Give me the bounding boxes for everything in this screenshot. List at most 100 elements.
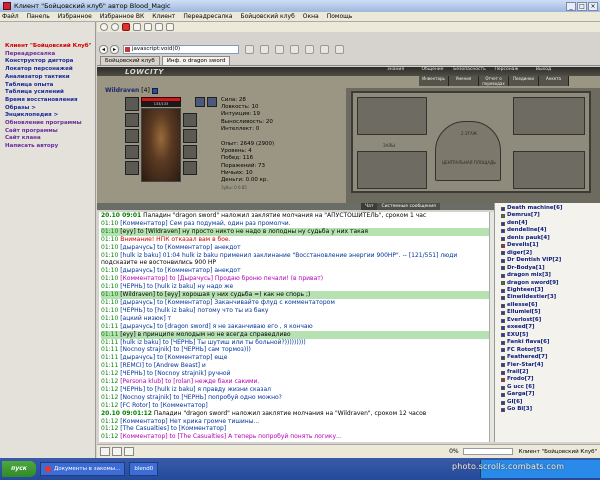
sword-slot-icon[interactable] — [183, 129, 197, 143]
taskbar-item-blend[interactable]: blend0 — [129, 462, 159, 476]
menu-item[interactable]: Клиент — [152, 13, 175, 20]
map-room[interactable] — [513, 97, 585, 135]
chat-time[interactable]: 01:10 — [101, 299, 118, 306]
online-user[interactable]: Develis[1] — [501, 242, 600, 249]
start-button[interactable]: пуск — [2, 461, 36, 477]
chat-input-icon[interactable] — [100, 447, 110, 456]
tab-char-info[interactable]: Инф. о dragon sword — [161, 56, 231, 65]
sidebar-item[interactable]: Локатор персонажей — [5, 66, 95, 74]
menu-item[interactable]: Избранное — [58, 13, 92, 20]
nav-forward-icon[interactable]: ▸ — [110, 44, 119, 54]
online-user[interactable]: Go Bi[3] — [501, 406, 600, 413]
online-user[interactable]: G ucc [6] — [501, 384, 600, 391]
chat-time[interactable]: 01:11 — [101, 331, 118, 338]
clear-icon[interactable] — [124, 447, 134, 456]
menu-item[interactable]: Помощь — [327, 13, 353, 20]
character-name[interactable]: Wildraven — [105, 87, 139, 94]
game-subnav-link[interactable]: Умения — [449, 76, 479, 86]
game-nav-link[interactable]: Выход — [525, 67, 562, 72]
online-user[interactable]: Ellumiel[5] — [501, 309, 600, 316]
game-subnav-link[interactable]: Инвентарь — [419, 76, 449, 86]
online-user[interactable]: Eighteen[3] — [501, 287, 600, 294]
sidebar-item[interactable]: Таблица усилений — [5, 89, 95, 97]
online-user[interactable]: Demrus[7] — [501, 212, 600, 219]
menu-item[interactable]: Переадресалка — [183, 13, 232, 20]
chat-time[interactable]: 01:10 — [101, 236, 118, 243]
sidebar-item[interactable]: Переадресалка — [5, 51, 95, 59]
online-user[interactable]: FC Rotor[5] — [501, 347, 600, 354]
chat-time[interactable]: 20.10 09:01 — [101, 212, 141, 219]
sidebar-item[interactable]: Клиент "Бойцовский Клуб" — [5, 43, 95, 51]
belt-slot-icon[interactable] — [125, 161, 139, 175]
chat-time[interactable]: 01:12 — [101, 402, 118, 409]
system-messages-tab[interactable]: Системные сообщения — [377, 203, 440, 210]
boots-slot-icon[interactable] — [183, 161, 197, 175]
sidebar-item[interactable]: Написать автору — [5, 143, 95, 151]
info-icon[interactable] — [151, 87, 158, 94]
map-room[interactable] — [357, 97, 427, 135]
home-icon[interactable] — [144, 23, 152, 31]
shield-slot-icon[interactable] — [183, 113, 197, 127]
map-room[interactable] — [513, 151, 585, 189]
weapon-slot-icon[interactable] — [125, 145, 139, 159]
chat-time[interactable]: 01:11 — [101, 346, 118, 353]
nav-back-icon[interactable]: ◂ — [99, 44, 108, 54]
chat-time[interactable]: 01:10 — [101, 244, 118, 251]
sidebar-item[interactable]: Образы > — [5, 105, 95, 113]
menu-item[interactable]: Бойцовский клуб — [240, 13, 294, 20]
refresh-icon[interactable] — [133, 23, 141, 31]
stop-icon[interactable] — [122, 23, 130, 31]
online-user[interactable]: denis pauk[4] — [501, 235, 600, 242]
armor-slot-icon[interactable] — [125, 129, 139, 143]
taskbar-item-documents[interactable]: Документы в закомы... — [40, 462, 126, 476]
refresh-page-icon[interactable] — [290, 44, 299, 54]
gloves-slot-icon[interactable] — [183, 145, 197, 159]
sidebar-item[interactable]: Обновление программы — [5, 120, 95, 128]
sidebar-item[interactable]: Энциклопедия > — [5, 112, 95, 120]
sidebar-item[interactable]: Сайт клана — [5, 135, 95, 143]
chat-time[interactable]: 01:10 — [101, 307, 118, 314]
menu-item[interactable]: Окна — [303, 13, 319, 20]
chat-time[interactable]: 01:10 — [101, 267, 118, 274]
chat-time[interactable]: 01:12 — [101, 418, 118, 425]
chat-time[interactable]: 20.10 09:01:12 — [101, 410, 152, 417]
minimize-icon[interactable]: _ — [566, 1, 576, 11]
online-user[interactable]: Einwildestier[3] — [501, 294, 600, 301]
online-user[interactable]: Feathered[7] — [501, 354, 600, 361]
smile-icon[interactable] — [112, 447, 122, 456]
chat-time[interactable]: 01:10 — [101, 252, 118, 259]
menu-item[interactable]: Избранное ВК — [100, 13, 144, 20]
chat-time[interactable]: 01:12 — [101, 425, 118, 432]
address-input[interactable]: javascript:void(0) — [123, 44, 239, 54]
game-nav-link[interactable]: Общение — [414, 67, 451, 72]
central-square[interactable]: 2 ЭТАЖ ЦЕНТРАЛЬНАЯ ПЛОЩАДЬ — [435, 121, 501, 181]
online-user[interactable]: Dr Dentish VIP[2] — [501, 257, 600, 264]
chat-time[interactable]: 01:12 — [101, 370, 118, 377]
tab-fight-club[interactable]: Бойцовский клуб — [100, 56, 160, 65]
game-subnav-link[interactable]: Анкета — [539, 76, 569, 86]
online-user[interactable]: Garga[7] — [501, 391, 600, 398]
online-user[interactable]: dragon mix[3] — [501, 272, 600, 279]
ring-slot-2-icon[interactable] — [207, 97, 217, 107]
game-subnav-link[interactable]: Отчет о переводах — [479, 76, 509, 86]
forward-icon[interactable] — [111, 23, 119, 31]
chat-time[interactable]: 01:10 — [101, 228, 118, 235]
game-nav-link[interactable]: Безопасность — [451, 67, 488, 72]
chat-time[interactable]: 01:12 — [101, 386, 118, 393]
chat-time[interactable]: 01:11 — [101, 354, 118, 361]
ring-slot-icon[interactable] — [195, 97, 205, 107]
online-user[interactable]: Death machine[6] — [501, 205, 600, 212]
online-user[interactable]: Everlost[6] — [501, 317, 600, 324]
chat-time[interactable]: 01:11 — [101, 339, 118, 346]
print-icon[interactable] — [305, 44, 314, 54]
game-subnav-link[interactable]: Поединки — [509, 76, 539, 86]
online-user[interactable]: exeed[7] — [501, 324, 600, 331]
helmet-slot-icon[interactable] — [125, 97, 139, 111]
chat-time[interactable]: 01:10 — [101, 275, 118, 282]
online-user[interactable]: Dr-Bodya[1] — [501, 265, 600, 272]
menu-item[interactable]: Файл — [2, 13, 19, 20]
online-user[interactable]: EXU[5] — [501, 332, 600, 339]
online-user[interactable]: dendeline[4] — [501, 227, 600, 234]
sidebar-item[interactable]: Время восстановления — [5, 97, 95, 105]
online-user[interactable]: Frodo[7] — [501, 376, 600, 383]
